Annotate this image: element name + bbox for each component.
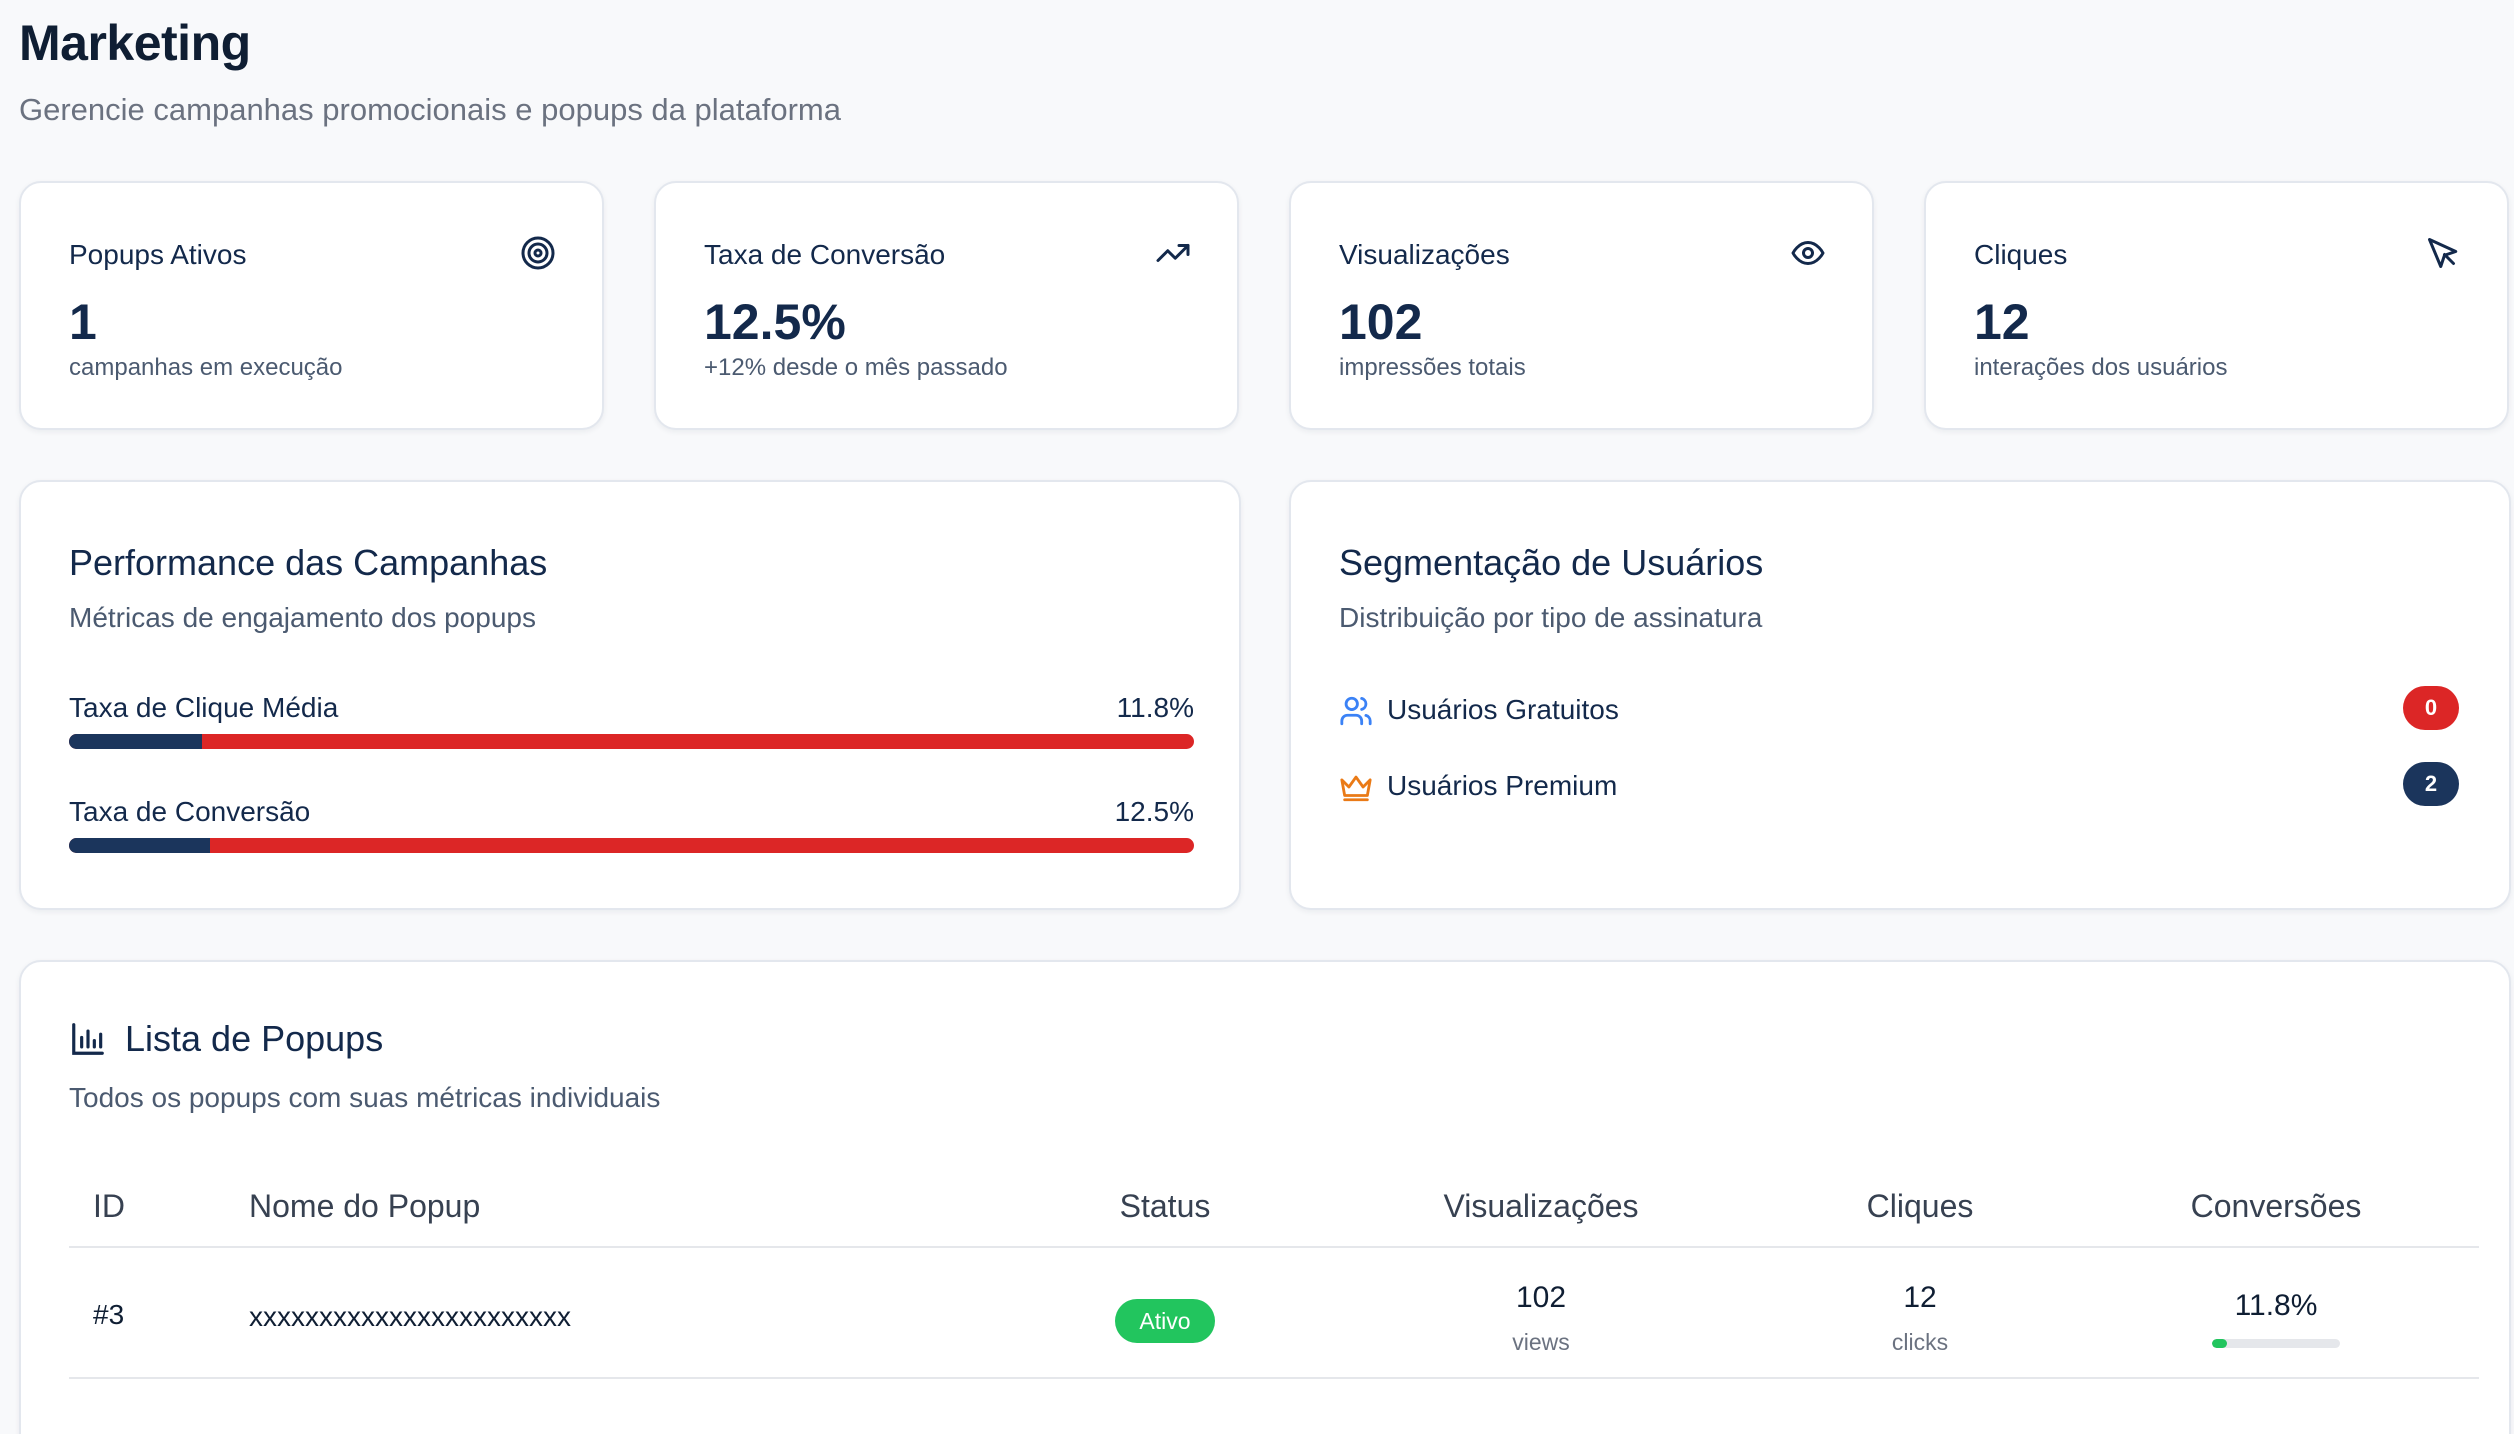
metric-value: 11.8% xyxy=(1116,692,1194,723)
target-icon xyxy=(520,235,556,271)
bar-chart-icon xyxy=(69,1020,107,1058)
page-subtitle: Gerencie campanhas promocionais e popups… xyxy=(19,92,841,127)
stat-label: Cliques xyxy=(1974,239,2068,270)
table-header: ID Nome do Popup Status Visualizações Cl… xyxy=(69,1162,2479,1248)
segmentation-title: Segmentação de Usuários xyxy=(1339,542,1764,583)
column-header-id: ID xyxy=(93,1188,125,1224)
popup-list-card: Lista de Popups Todos os popups com suas… xyxy=(19,960,2511,1434)
cursor-icon xyxy=(2425,235,2461,271)
popup-name: xxxxxxxxxxxxxxxxxxxxxxx xyxy=(249,1301,571,1332)
performance-card: Performance das Campanhas Métricas de en… xyxy=(19,480,1241,910)
stat-description: campanhas em execução xyxy=(69,354,343,381)
popup-id: #3 xyxy=(93,1299,125,1330)
segment-row-premium: Usuários Premium 2 xyxy=(1339,762,2459,812)
segment-row-free: Usuários Gratuitos 0 xyxy=(1339,686,2459,736)
popup-list-subtitle: Todos os popups com suas métricas indivi… xyxy=(69,1082,661,1113)
segment-count-badge: 2 xyxy=(2403,762,2459,806)
table-row[interactable]: #3 xxxxxxxxxxxxxxxxxxxxxxx Ativo 102 vie… xyxy=(69,1249,2479,1379)
page-title: Marketing xyxy=(19,15,251,71)
clicks-value: 12 xyxy=(1903,1281,1937,1314)
metric-label: Taxa de Clique Média xyxy=(69,692,339,723)
users-icon xyxy=(1339,694,1373,728)
conversion-progress-fill xyxy=(2212,1339,2228,1348)
segment-label: Usuários Gratuitos xyxy=(1387,694,1619,725)
column-header-conversions: Conversões xyxy=(2190,1188,2362,1224)
stat-value: 12.5% xyxy=(704,294,846,350)
stat-card-popups-ativos: Popups Ativos 1 campanhas em execução xyxy=(19,181,604,430)
stat-label: Popups Ativos xyxy=(69,239,247,270)
stat-value: 1 xyxy=(69,294,97,350)
stat-label: Visualizações xyxy=(1339,239,1510,270)
stat-card-visualizacoes: Visualizações 102 impressões totais xyxy=(1289,181,1874,430)
metric-label: Taxa de Conversão xyxy=(69,796,311,827)
column-header-clicks: Cliques xyxy=(1866,1188,1974,1224)
metric-value: 12.5% xyxy=(1114,796,1194,827)
segmentation-subtitle: Distribuição por tipo de assinatura xyxy=(1339,602,1763,633)
performance-title: Performance das Campanhas xyxy=(69,542,548,583)
clicks-unit: clicks xyxy=(1891,1329,1949,1355)
views-value: 102 xyxy=(1515,1281,1567,1314)
column-header-status: Status xyxy=(1119,1188,1211,1224)
stat-description: impressões totais xyxy=(1339,354,1526,381)
segment-count-badge: 0 xyxy=(2403,686,2459,730)
performance-subtitle: Métricas de engajamento dos popups xyxy=(69,602,536,633)
metric-progress-fill xyxy=(69,838,210,853)
popup-list-header: Lista de Popups xyxy=(69,1018,383,1060)
column-header-name: Nome do Popup xyxy=(249,1188,481,1224)
crown-icon xyxy=(1339,770,1373,804)
stat-card-cliques: Cliques 12 interações dos usuários xyxy=(1924,181,2509,430)
popup-list-title: Lista de Popups xyxy=(125,1018,384,1059)
status-badge: Ativo xyxy=(1115,1299,1215,1343)
stat-description: +12% desde o mês passado xyxy=(704,354,1008,381)
trending-up-icon xyxy=(1155,235,1191,271)
segment-label: Usuários Premium xyxy=(1387,770,1618,801)
stat-label: Taxa de Conversão xyxy=(704,239,946,270)
metric-progress-bar xyxy=(69,838,1194,853)
column-header-views: Visualizações xyxy=(1443,1188,1639,1224)
metric-progress-fill xyxy=(69,734,202,749)
stat-card-taxa-conversao: Taxa de Conversão 12.5% +12% desde o mês… xyxy=(654,181,1239,430)
segmentation-card: Segmentação de Usuários Distribuição por… xyxy=(1289,480,2511,910)
stat-description: interações dos usuários xyxy=(1974,354,2228,381)
views-unit: views xyxy=(1512,1329,1570,1355)
eye-icon xyxy=(1790,235,1826,271)
metric-progress-bar xyxy=(69,734,1194,749)
conversion-value: 11.8% xyxy=(2234,1289,2318,1322)
conversion-progress-bar xyxy=(2212,1339,2340,1348)
stat-value: 102 xyxy=(1339,294,1423,350)
stat-value: 12 xyxy=(1974,294,2030,350)
